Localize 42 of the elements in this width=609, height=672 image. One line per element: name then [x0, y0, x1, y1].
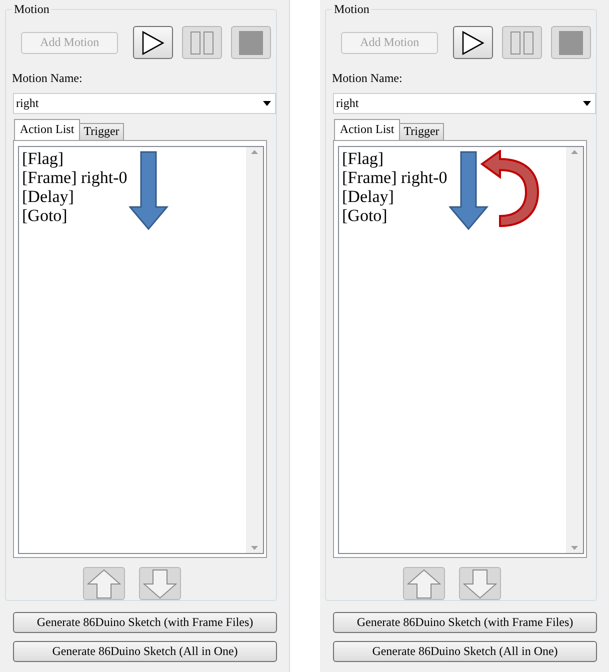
dropdown-caret-icon: [263, 100, 271, 106]
generate-sketch-button[interactable]: Generate 86Duino Sketch (All in One): [333, 641, 597, 662]
dropdown-caret-icon: [583, 100, 591, 106]
generate-sketch-button[interactable]: Generate 86Duino Sketch (All in One): [13, 641, 277, 662]
play-icon: [461, 30, 486, 55]
action-item[interactable]: [Goto]: [342, 206, 388, 225]
play-icon: [141, 30, 166, 55]
action-item[interactable]: [Delay]: [22, 186, 74, 206]
action-item[interactable]: [Delay]: [342, 186, 394, 206]
generate-sketch-button[interactable]: Generate 86Duino Sketch (with Frame Files): [13, 612, 277, 633]
scroll-up-icon: [251, 150, 258, 154]
pause-icon: [509, 30, 536, 55]
move-down-button[interactable]: [138, 567, 180, 600]
stop-icon: [558, 30, 584, 55]
motion-name-dropdown[interactable]: right: [333, 92, 596, 114]
scroll-down-icon: [251, 546, 258, 550]
scroll-up-icon: [571, 150, 578, 154]
motion-name-dropdown[interactable]: right: [13, 92, 276, 114]
action-item[interactable]: [Flag]: [22, 148, 64, 168]
down-arrow-icon: [462, 568, 496, 599]
move-down-button[interactable]: [458, 567, 500, 600]
move-up-button[interactable]: [402, 567, 444, 600]
generate-sketch-button[interactable]: Generate 86Duino Sketch (with Frame Files): [333, 612, 597, 633]
motion-name-label: Motion Name:: [12, 70, 84, 86]
play-button[interactable]: [453, 26, 494, 60]
action-item[interactable]: [Flag]: [342, 148, 384, 168]
play-button[interactable]: [133, 26, 174, 60]
down-arrow-icon: [142, 568, 176, 599]
motion-name-label: Motion Name:: [332, 70, 404, 86]
up-arrow-icon: [406, 568, 440, 599]
action-item[interactable]: [Goto]: [22, 206, 68, 225]
tab[interactable]: Trigger: [79, 122, 124, 140]
tab[interactable]: Action List: [334, 118, 400, 140]
action-item[interactable]: [Frame] right-0: [22, 168, 128, 187]
stop-icon: [238, 30, 264, 55]
pause-icon: [189, 30, 216, 55]
up-arrow-icon: [86, 568, 120, 599]
move-up-button[interactable]: [82, 567, 124, 600]
scroll-down-icon: [571, 546, 578, 550]
action-item[interactable]: [Frame] right-0: [342, 168, 448, 187]
tab[interactable]: Action List: [14, 118, 80, 140]
tab[interactable]: Trigger: [399, 122, 444, 140]
